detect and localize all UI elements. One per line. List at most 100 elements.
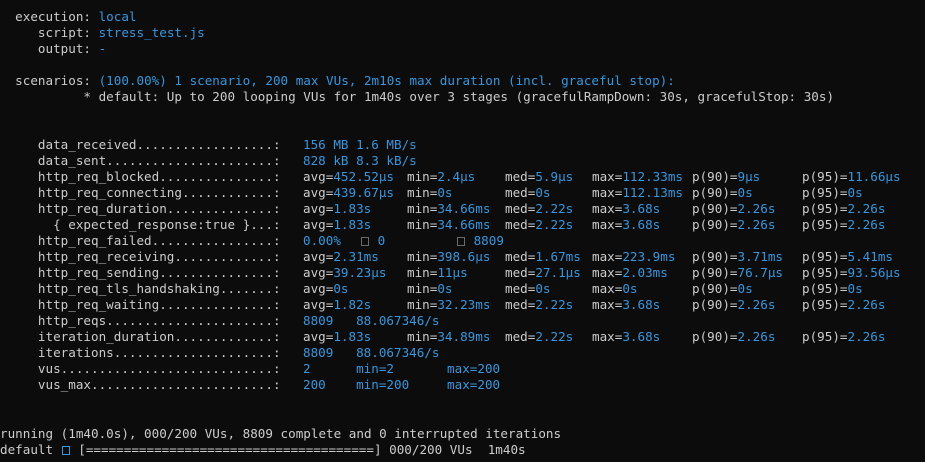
metric-key: med= [505, 201, 536, 216]
metric-number: 439.67µs [333, 185, 395, 200]
metric-name: http_req_connecting............: [0, 185, 289, 200]
metric-key: min= [407, 217, 438, 232]
metric-value: 828 kB 8.3 kB/s [303, 153, 417, 169]
metric-value: p(90)=3.71ms [692, 249, 783, 265]
progress-line: default [===============================… [0, 442, 526, 458]
metric-key: min= [407, 265, 438, 280]
metric-number: 39.23µs [333, 265, 387, 280]
metric-value: p(90)=76.7µs [692, 265, 783, 281]
metric-value: min=34.66ms [407, 217, 490, 233]
metric-number: 2.22s [535, 297, 574, 312]
metric-key: p(95)= [802, 249, 848, 264]
output-value: - [98, 41, 107, 56]
metric-row: iteration_duration.............: avg=1.8… [0, 329, 925, 345]
metric-value: p(95)=2.26s [802, 201, 885, 217]
metric-key: p(90)= [692, 329, 738, 344]
metric-row: http_req_duration..............: avg=1.8… [0, 201, 925, 217]
metric-value: med=5.9µs [505, 169, 573, 185]
metric-key: max= [592, 297, 623, 312]
metric-value: min=0s [407, 185, 453, 201]
metric-key: med= [505, 169, 536, 184]
metric-key: avg= [303, 297, 334, 312]
metric-key: p(90)= [692, 185, 738, 200]
metric-value: med=0s [505, 281, 551, 297]
metric-number: 34.66ms [437, 217, 491, 232]
metric-number: 0s [847, 281, 863, 296]
metric-key: avg= [303, 169, 334, 184]
metric-key: med= [505, 265, 536, 280]
metric-number: 0s [847, 185, 863, 200]
metric-value: p(95)=93.56µs [802, 265, 901, 281]
metric-key: p(95)= [802, 169, 848, 184]
metric-value: p(90)=0s [692, 185, 753, 201]
scenarios-value: (100.00%) 1 scenario, 200 max VUs, 2m10s… [98, 73, 675, 88]
progress-status: 000/200 VUs 1m40s [381, 442, 526, 457]
metric-value: avg=439.67µs [303, 185, 394, 201]
metric-key: min= [407, 297, 438, 312]
metric-number: 398.6µs [437, 249, 491, 264]
metric-number: 2.22s [535, 217, 574, 232]
metric-value-text: 0.00% [303, 233, 341, 248]
metric-key: p(90)= [692, 249, 738, 264]
metric-number: 2.26s [737, 297, 776, 312]
execution-key: execution: [0, 9, 99, 24]
metric-number: 5.41ms [847, 249, 894, 264]
metric-number: 3.68s [622, 217, 661, 232]
metric-value: med=27.1µs [505, 265, 581, 281]
metric-value: 200 min=200 max=200 [303, 377, 500, 393]
metric-key: p(90)= [692, 281, 738, 296]
metric-key: min= [407, 249, 438, 264]
metric-row: http_req_failed................: 0.00% 0… [0, 233, 925, 249]
metric-value: p(90)=0s [692, 281, 753, 297]
metric-value: p(95)=0s [802, 185, 863, 201]
metric-row: http_reqs......................: 8809 88… [0, 313, 925, 329]
metric-number: 112.13ms [622, 185, 684, 200]
metric-value: min=398.6µs [407, 249, 490, 265]
metric-value-text: 8809 [473, 233, 504, 248]
metric-value: p(90)=2.26s [692, 329, 775, 345]
metric-value: p(90)=2.26s [692, 217, 775, 233]
metric-value: p(95)=5.41ms [802, 249, 893, 265]
metric-key: p(95)= [802, 201, 848, 216]
metric-key: max= [592, 217, 623, 232]
metric-value: med=2.22s [505, 329, 573, 345]
metric-number: 0s [333, 281, 349, 296]
metric-key: p(90)= [692, 169, 738, 184]
metric-value: min=32.23ms [407, 297, 490, 313]
metric-number: 2.26s [737, 201, 776, 216]
metric-row: { expected_response:true }...: avg=1.83s… [0, 217, 925, 233]
metric-value: max=112.13ms [592, 185, 683, 201]
metric-name: http_req_tls_handshaking.......: [0, 281, 289, 296]
metric-number: 200 min=200 max=200 [303, 377, 501, 392]
metric-value: avg=1.83s [303, 217, 371, 233]
metric-key: p(95)= [802, 265, 848, 280]
metric-number: 34.66ms [437, 201, 491, 216]
metric-key: avg= [303, 201, 334, 216]
metric-number: 0s [437, 185, 453, 200]
metric-value: med=2.22s [505, 201, 573, 217]
metric-key: p(95)= [802, 281, 848, 296]
metric-row: http_req_blocked...............: avg=452… [0, 169, 925, 185]
metric-value: 8809 88.067346/s [303, 313, 439, 329]
metric-key: avg= [303, 249, 334, 264]
metric-name: http_req_blocked...............: [0, 169, 289, 184]
metric-value: avg=1.83s [303, 329, 371, 345]
metric-value: 0.00% [303, 233, 341, 249]
metric-key: max= [592, 329, 623, 344]
metric-number: 1.83s [333, 201, 372, 216]
metric-value: max=2.03ms [592, 265, 668, 281]
metric-name: { expected_response:true }...: [0, 217, 289, 232]
metric-value: med=1.67ms [505, 249, 581, 265]
metric-value: avg=0s [303, 281, 349, 297]
metric-number: 34.89ms [437, 329, 491, 344]
metric-row: data_received..................: 156 MB … [0, 137, 925, 153]
metric-value: max=223.9ms [592, 249, 675, 265]
metric-value: max=112.33ms [592, 169, 683, 185]
metric-value: max=3.68s [592, 297, 660, 313]
metric-key: avg= [303, 265, 334, 280]
metric-number: 0s [535, 185, 551, 200]
metric-key: med= [505, 281, 536, 296]
metric-name: http_req_duration..............: [0, 201, 289, 216]
metric-number: 2 min=2 max=200 [303, 361, 501, 376]
metric-name: iterations.....................: [0, 345, 289, 360]
